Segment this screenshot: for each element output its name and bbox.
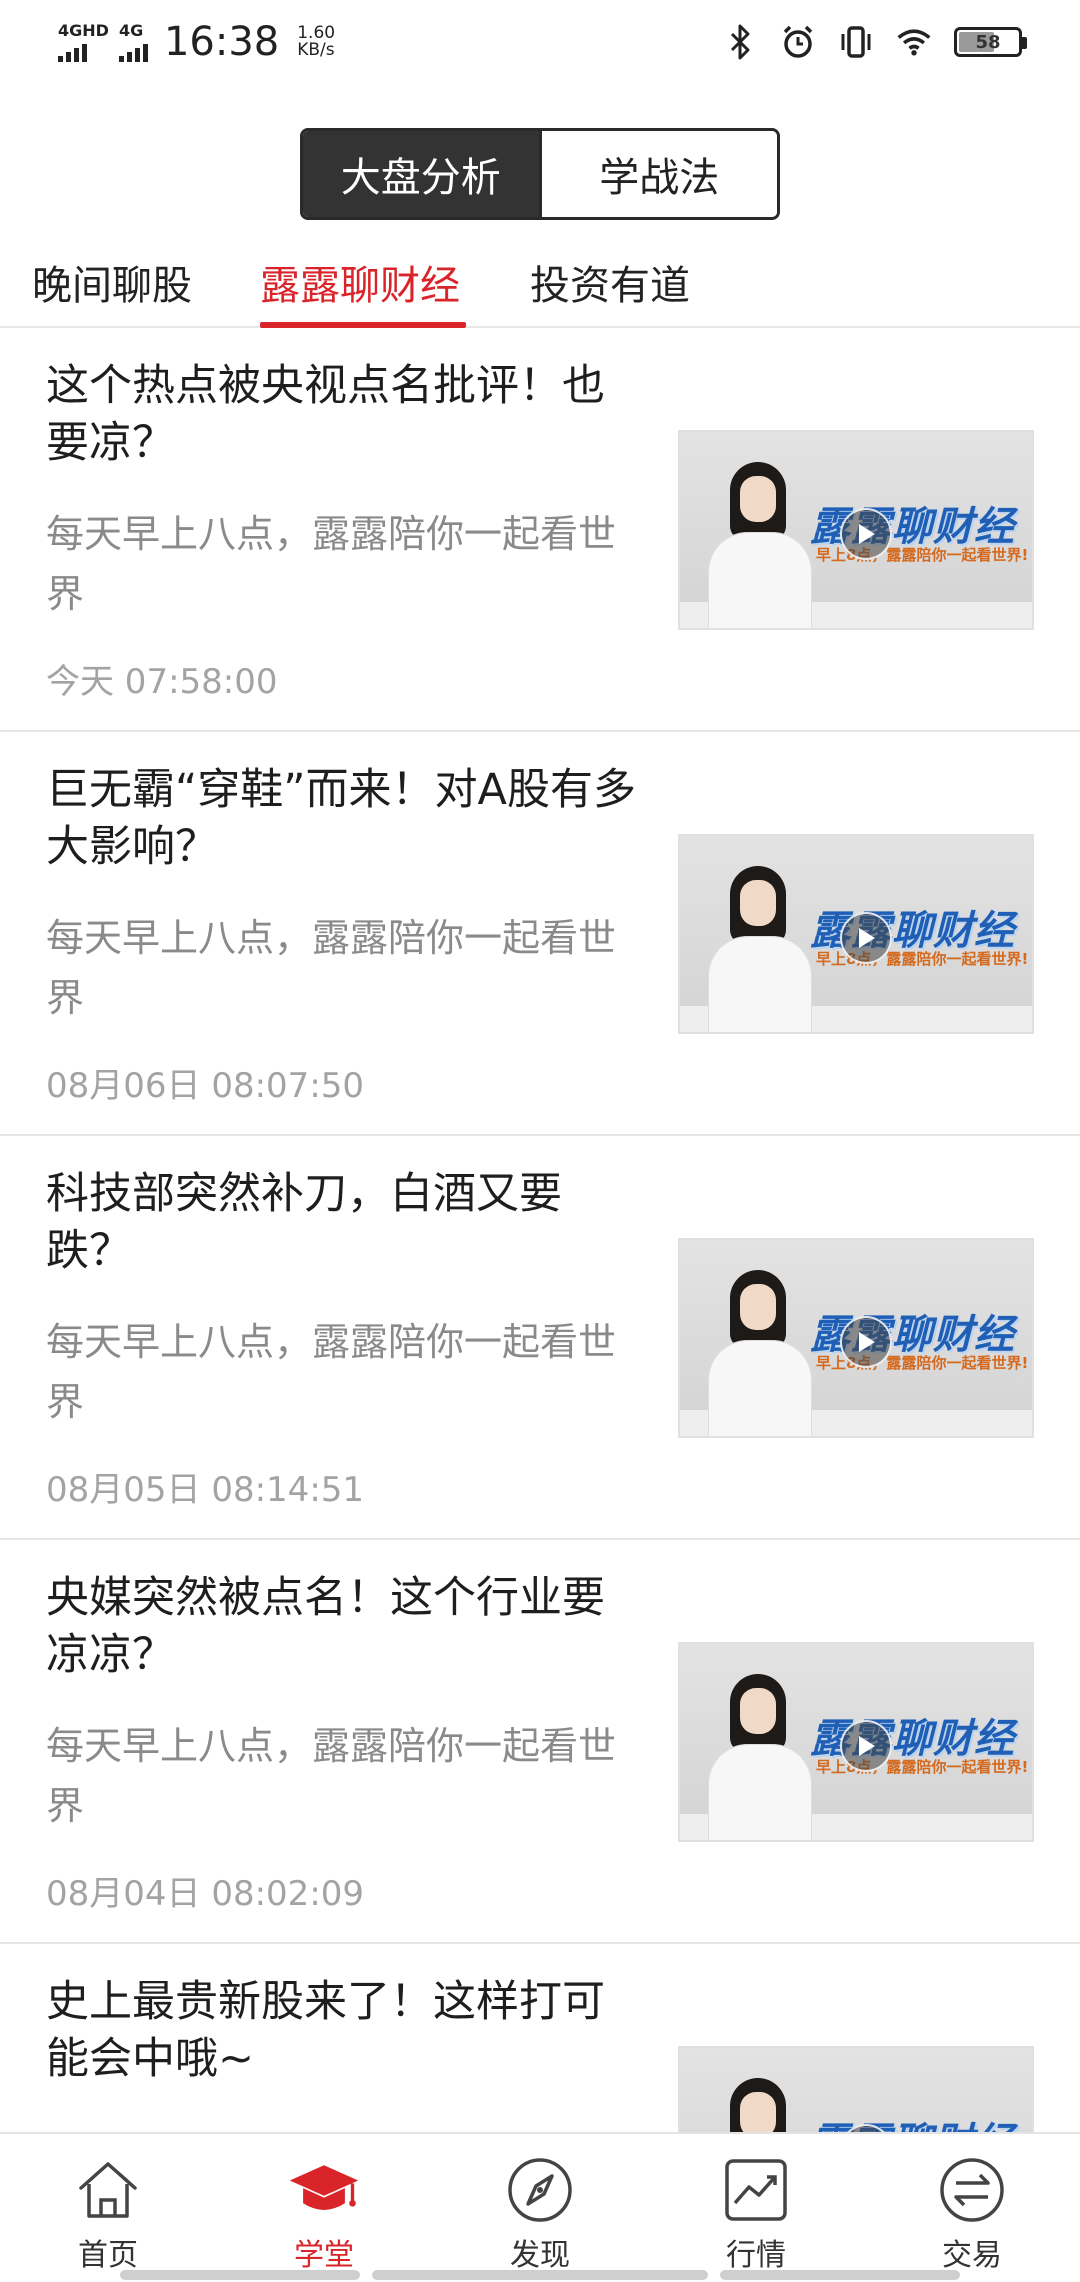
nav-label: 学堂: [294, 2238, 354, 2273]
nav-academy[interactable]: 学堂: [216, 2134, 432, 2282]
nav-trade[interactable]: 交易: [864, 2134, 1080, 2282]
signal-4ghd: 4GHD: [58, 20, 109, 62]
signal-bars-icon: [58, 42, 87, 62]
item-timestamp: 今天 07:58:00: [46, 662, 278, 702]
list-item[interactable]: 央媒突然被点名！这个行业要凉凉？ 每天早上八点，露露陪你一起看世界 08月04日…: [0, 1540, 1080, 1944]
video-feed: 这个热点被央视点名批评！也要凉？ 每天早上八点，露露陪你一起看世界 今天 07:…: [0, 328, 1080, 2132]
status-left: 4GHD 4G 16:38 1.60 KB/s: [58, 19, 335, 65]
tab-lulu-finance[interactable]: 露露聊财经: [260, 236, 460, 328]
thumbnail-brand: 露露聊财经: [810, 2110, 1015, 2132]
video-thumbnail[interactable]: 露露聊财经 早上8点，露露陪你一起看世界!: [678, 834, 1034, 1034]
alarm-icon: [780, 24, 816, 60]
list-item[interactable]: 科技部突然补刀，白酒又要跌？ 每天早上八点，露露陪你一起看世界 08月05日 0…: [0, 1136, 1080, 1540]
nav-discover[interactable]: 发现: [432, 2134, 648, 2282]
item-description: 每天早上八点，露露陪你一起看世界: [46, 916, 617, 1020]
graduation-cap-icon: [286, 2154, 362, 2226]
presenter-image: [700, 462, 812, 628]
video-thumbnail[interactable]: 露露聊财经 早上8点，露露陪你一起看世界!: [678, 1238, 1034, 1438]
nav-label: 行情: [726, 2238, 786, 2273]
network-type-label: 4GHD: [58, 20, 109, 40]
item-title: 这个热点被央视点名批评！也要凉？: [46, 361, 605, 468]
gesture-bar: [372, 2270, 708, 2280]
list-item[interactable]: 这个热点被央视点名批评！也要凉？ 每天早上八点，露露陪你一起看世界 今天 07:…: [0, 328, 1080, 732]
category-segment: 大盘分析 学战法: [300, 128, 780, 220]
list-item[interactable]: 巨无霸“穿鞋”而来！对A股有多大影响？ 每天早上八点，露露陪你一起看世界 08月…: [0, 732, 1080, 1136]
item-title: 科技部突然补刀，白酒又要跌？: [46, 1169, 562, 1276]
compass-icon: [502, 2154, 578, 2226]
play-icon[interactable]: [840, 508, 892, 560]
segment-market-analysis[interactable]: 大盘分析: [303, 131, 539, 217]
presenter-image: [700, 866, 812, 1032]
signal-bars-icon: [118, 42, 148, 62]
status-bar: 4GHD 4G 16:38 1.60 KB/s 58: [0, 0, 1080, 84]
nav-label: 首页: [78, 2238, 138, 2273]
gesture-bar: [720, 2270, 960, 2280]
tab-investment-way[interactable]: 投资有道: [530, 236, 690, 328]
nav-market[interactable]: 行情: [648, 2134, 864, 2282]
item-description: 每天早上八点，露露陪你一起看世界: [46, 1320, 617, 1424]
item-description: 每天早上八点，露露陪你一起看世界: [46, 512, 617, 616]
bluetooth-icon: [722, 24, 758, 60]
exchange-icon: [934, 2154, 1010, 2226]
vibrate-icon: [838, 24, 874, 60]
battery-icon: 58: [954, 27, 1027, 57]
video-thumbnail[interactable]: 露露聊财经 早上8点，露露陪你一起看世界!: [678, 430, 1034, 630]
item-title: 史上最贵新股来了！这样打可能会中哦~: [46, 1977, 605, 2084]
presenter-image: [700, 1270, 812, 1436]
video-thumbnail[interactable]: 露露聊财经 早上8点，露露陪你一起看世界!: [678, 2046, 1034, 2132]
home-icon: [70, 2154, 146, 2226]
segment-learn-tactics[interactable]: 学战法: [538, 131, 777, 217]
network-speed-unit: KB/s: [297, 40, 335, 60]
gesture-bar: [120, 2270, 360, 2280]
network-type-label: 4G: [118, 20, 144, 40]
item-description: 每天早上八点，露露陪你一起看世界: [46, 1724, 617, 1828]
clock: 16:38: [163, 19, 280, 65]
signal-4g: 4G: [118, 20, 148, 62]
wifi-icon: [896, 24, 932, 60]
nav-label: 交易: [942, 2238, 1002, 2273]
list-item[interactable]: 史上最贵新股来了！这样打可能会中哦~ 露露聊财经 早上8点，露露陪你一起看世界!: [0, 1944, 1080, 2132]
chart-icon: [718, 2154, 794, 2226]
tab-evening-stock-talk[interactable]: 晚间聊股: [32, 236, 192, 328]
network-speed: 1.60 KB/s: [297, 25, 335, 59]
item-timestamp: 08月06日 08:07:50: [46, 1066, 365, 1106]
item-timestamp: 08月05日 08:14:51: [46, 1470, 365, 1510]
item-timestamp: 08月04日 08:02:09: [46, 1874, 365, 1914]
play-icon[interactable]: [840, 1316, 892, 1368]
status-right: 58: [722, 24, 1027, 60]
nav-label: 发现: [510, 2238, 570, 2273]
nav-home[interactable]: 首页: [0, 2134, 216, 2282]
presenter-image: [700, 1674, 812, 1840]
item-title: 巨无霸“穿鞋”而来！对A股有多大影响？: [46, 765, 636, 872]
video-thumbnail[interactable]: 露露聊财经 早上8点，露露陪你一起看世界!: [678, 1642, 1034, 1842]
battery-level: 58: [975, 31, 1001, 53]
bottom-navigation: 首页 学堂 发现 行情 交易: [0, 2132, 1080, 2280]
play-icon[interactable]: [840, 1720, 892, 1772]
sub-tabs: 晚间聊股 露露聊财经 投资有道: [0, 236, 1080, 328]
play-icon[interactable]: [840, 912, 892, 964]
presenter-image: [700, 2078, 810, 2132]
item-title: 央媒突然被点名！这个行业要凉凉？: [46, 1573, 605, 1680]
